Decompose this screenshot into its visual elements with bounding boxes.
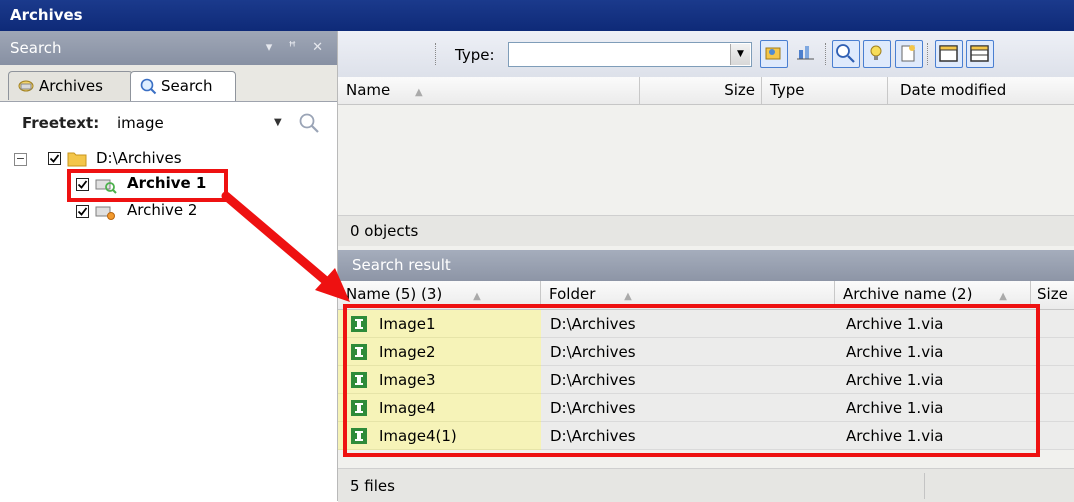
annotation-arrow xyxy=(221,191,350,302)
